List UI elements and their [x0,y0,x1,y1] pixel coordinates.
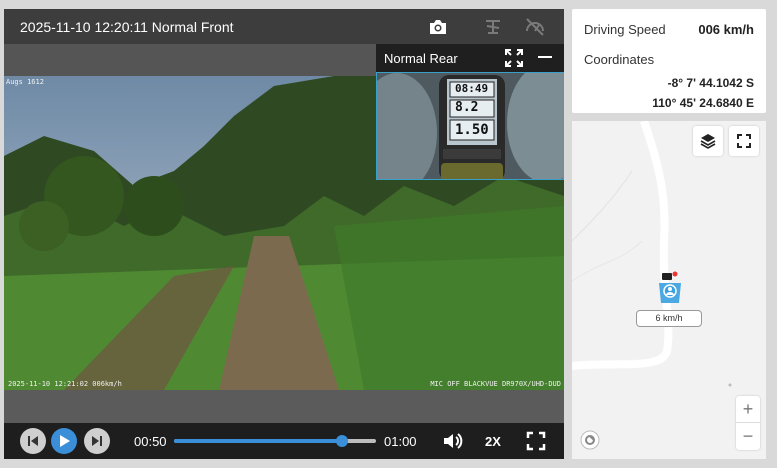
video-area: Augs 1612 2025-11-10 12:21:02 006km/h MI… [4,44,564,390]
video-overlay-top-left: Augs 1612 [6,78,44,86]
layers-icon [700,134,716,149]
driving-speed-value: 006 km/h [698,22,754,37]
map-view[interactable]: 6 km/h + − [572,121,766,459]
compass-icon[interactable] [580,430,600,455]
video-overlay-device: MIC OFF BLACKVUE DR970X/UHD-DUD [430,380,561,388]
speed-off-icon[interactable] [524,16,546,38]
rear-video[interactable]: 08:49 8.2 1.50 [376,72,564,180]
volume-icon[interactable] [442,431,464,456]
minimize-icon[interactable] [538,56,552,58]
marker-speed-label: 6 km/h [636,310,702,327]
next-icon [92,436,102,446]
video-title: 2025-11-10 12:20:11 Normal Front [20,19,234,35]
zoom-out-button[interactable]: − [736,423,760,450]
longitude-value: 110° 45' 24.6840 E [652,96,754,110]
vehicle-marker[interactable] [656,271,686,312]
rear-pip[interactable]: Normal Rear 08:49 8.2 1.50 [376,44,564,180]
gps-time-readout: 08:49 [455,82,489,95]
rear-pip-header: Normal Rear [376,44,564,72]
previous-icon [28,436,38,446]
playback-speed-button[interactable]: 2X [485,434,501,449]
video-overlay-timestamp: 2025-11-10 12:21:02 006km/h [8,380,122,388]
seek-bar-handle[interactable] [335,435,348,447]
app-root: 2025-11-10 12:20:11 Normal Front Augs 16… [0,0,777,468]
play-button[interactable] [51,428,77,454]
video-player: 2025-11-10 12:20:11 Normal Front Augs 16… [4,9,564,459]
player-top-bar: 2025-11-10 12:20:11 Normal Front [4,9,564,44]
current-time: 00:50 [134,434,167,449]
end-time: 01:00 [384,434,417,449]
rear-pip-label: Normal Rear [384,51,458,66]
gps-odometer-readout: 1.50 [455,122,489,138]
play-icon [60,435,70,447]
trip-info-panel: Driving Speed 006 km/h Coordinates -8° 7… [572,9,766,113]
fullscreen-icon [737,134,751,148]
zoom-in-button[interactable]: + [736,396,760,423]
gps-speed-readout: 8.2 [455,100,479,115]
playback-controls: 00:50 01:00 2X [4,423,564,459]
seek-bar-fill [174,439,342,443]
gsensor-icon[interactable] [482,16,504,38]
coordinates-label: Coordinates [584,52,655,67]
latitude-value: -8° 7' 44.1042 S [667,76,754,90]
layers-button[interactable] [693,126,723,156]
expand-icon[interactable] [504,48,524,71]
driving-speed-label: Driving Speed [584,22,666,37]
zoom-control: + − [736,396,760,450]
map-fullscreen-button[interactable] [729,126,759,156]
fullscreen-icon[interactable] [526,431,546,456]
camera-icon[interactable] [427,16,449,38]
seek-bar[interactable] [174,435,376,447]
next-button[interactable] [84,428,110,454]
previous-button[interactable] [20,428,46,454]
